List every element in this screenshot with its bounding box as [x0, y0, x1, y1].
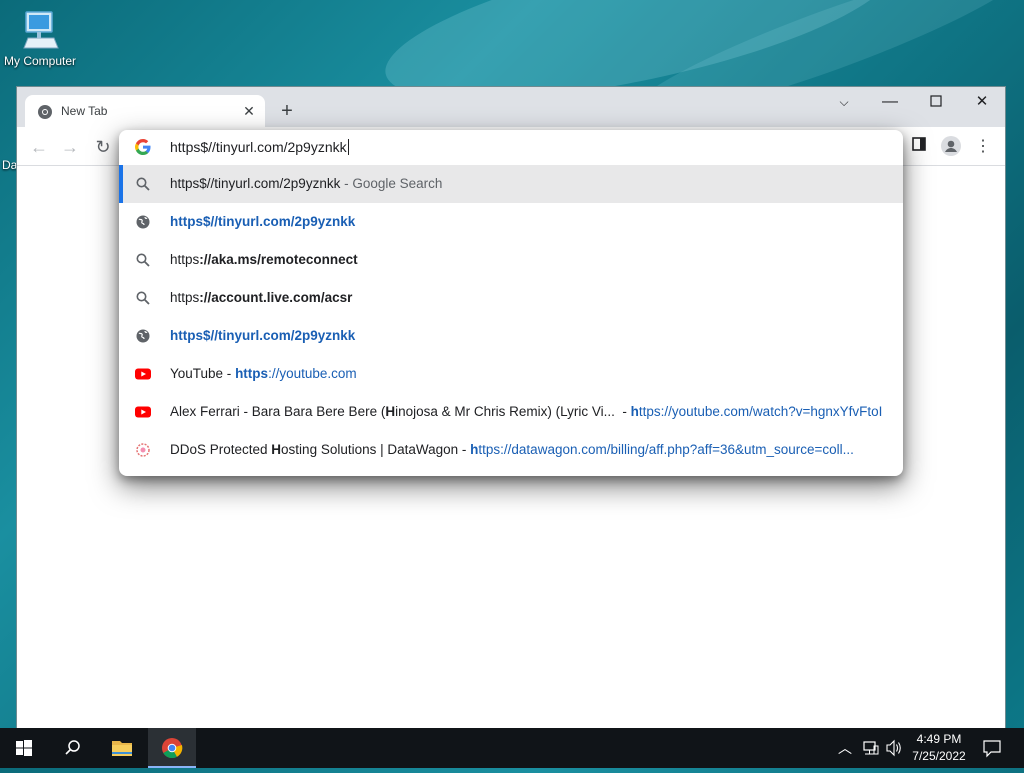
- suggestion-text: inojosa & Mr Chris Remix) (Lyric Vi...: [395, 404, 615, 419]
- omnibox-input-text[interactable]: https$//tinyurl.com/2p9yznkk: [170, 139, 347, 155]
- globe-icon: [136, 215, 150, 229]
- desktop-icon-label-partial: Da: [2, 158, 18, 172]
- suggestion-row[interactable]: https$//tinyurl.com/2p9yznkk: [119, 203, 903, 241]
- datawagon-icon: [136, 443, 150, 457]
- omnibox[interactable]: https$//tinyurl.com/2p9yznkk: [119, 130, 903, 164]
- forward-arrow-icon[interactable]: →: [60, 137, 80, 157]
- suggestion-url: https$//tinyurl.com/2p9yznkk: [170, 328, 356, 343]
- suggestion-url-bold: h: [630, 404, 639, 419]
- globe-icon: [136, 329, 150, 343]
- suggestion-text: https$//tinyurl.com/2p9yznkk: [170, 176, 341, 191]
- suggestion-url: ://youtube.com: [268, 366, 357, 381]
- suggestion-row[interactable]: Alex Ferrari - Bara Bara Bere Bere (Hino…: [119, 393, 903, 431]
- start-button[interactable]: [0, 728, 48, 768]
- youtube-icon: [135, 368, 151, 380]
- suggestion-text: YouTube -: [170, 366, 236, 381]
- clock-date: 7/25/2022: [912, 749, 966, 763]
- new-tab-plus-icon[interactable]: +: [275, 99, 299, 123]
- google-g-icon: [135, 139, 151, 155]
- computer-icon: [23, 11, 59, 49]
- suggestion-url: ttps://datawagon.com/billing/aff.php?aff…: [478, 442, 854, 457]
- network-icon[interactable]: [862, 728, 880, 768]
- my-computer-desktop-icon[interactable]: My Computer: [0, 8, 80, 68]
- suggestion-text: Alex Ferrari - Bara Bara Bere Bere (: [170, 404, 386, 419]
- windows-logo-icon: [16, 740, 32, 756]
- tray-chevron-up-icon[interactable]: ︿: [838, 728, 856, 768]
- taskbar: ︿ 4:49 PM 7/25/2022: [0, 728, 1024, 768]
- profile-avatar-icon[interactable]: [940, 136, 962, 158]
- suggestion-row[interactable]: DDoS Protected Hosting Solutions | DataW…: [119, 431, 903, 469]
- window-close-icon[interactable]: ✕: [959, 87, 1005, 117]
- title-bar: New Tab ✕ + ⌵ — ✕: [17, 87, 1005, 127]
- back-arrow-icon[interactable]: ←: [29, 137, 49, 157]
- suggestion-text: DDoS Protected: [170, 442, 272, 457]
- suggestion-text: https: [170, 290, 200, 305]
- system-clock[interactable]: 4:49 PM 7/25/2022: [900, 731, 978, 765]
- suggestion-text-bold: ://account.live.com/acsr: [199, 290, 353, 305]
- search-icon: [136, 253, 150, 267]
- suggestion-row[interactable]: YouTube - https://youtube.com: [119, 355, 903, 393]
- tab-search-chevron-icon[interactable]: ⌵: [821, 87, 867, 117]
- suggestion-text: osting Solutions | DataWagon: [281, 442, 459, 457]
- tab-close-icon[interactable]: ✕: [239, 101, 259, 121]
- desktop-icon-label: My Computer: [3, 54, 77, 68]
- chrome-favicon-icon: [38, 105, 52, 119]
- suggestion-text-bold: H: [385, 404, 396, 419]
- tab-title: New Tab: [61, 104, 108, 118]
- taskbar-search-button[interactable]: [48, 728, 96, 768]
- chrome-taskbar-button[interactable]: [148, 728, 196, 768]
- search-icon: [65, 740, 80, 755]
- side-panel-icon[interactable]: [908, 136, 930, 158]
- folder-icon: [112, 741, 132, 756]
- suggestion-row[interactable]: https://account.live.com/acsr: [119, 279, 903, 317]
- suggestion-text: https: [170, 252, 200, 267]
- suggestion-row[interactable]: https://aka.ms/remoteconnect: [119, 241, 903, 279]
- suggestion-url: https$//tinyurl.com/2p9yznkk: [170, 214, 356, 229]
- suggestion-url: ttps://youtube.com/watch?v=hgnxYfvFtoI: [638, 404, 883, 419]
- minimize-icon[interactable]: —: [867, 87, 913, 117]
- file-explorer-taskbar-button[interactable]: [98, 728, 146, 768]
- clock-time: 4:49 PM: [916, 732, 962, 746]
- notifications-icon[interactable]: [980, 728, 1004, 768]
- maximize-icon[interactable]: [913, 87, 959, 117]
- youtube-icon: [135, 406, 151, 418]
- suggestion-url-bold: https: [235, 366, 269, 381]
- suggestion-row[interactable]: https$//tinyurl.com/2p9yznkk: [119, 317, 903, 355]
- tab-new-tab[interactable]: New Tab ✕: [25, 95, 265, 127]
- suggestion-text-bold: ://aka.ms/remoteconnect: [199, 252, 358, 267]
- suggestion-suffix: - Google Search: [340, 176, 443, 191]
- search-icon: [136, 177, 150, 191]
- search-icon: [136, 291, 150, 305]
- text-caret: [347, 139, 349, 155]
- reload-icon[interactable]: ↻: [93, 137, 113, 157]
- suggestion-text-bold: H: [271, 442, 282, 457]
- menu-kebab-icon[interactable]: ⋮: [972, 136, 994, 158]
- omnibox-dropdown: https$//tinyurl.com/2p9yznkk https$//tin…: [119, 130, 903, 476]
- suggestion-row[interactable]: https$//tinyurl.com/2p9yznkk - Google Se…: [119, 165, 903, 203]
- chrome-icon: [162, 738, 183, 759]
